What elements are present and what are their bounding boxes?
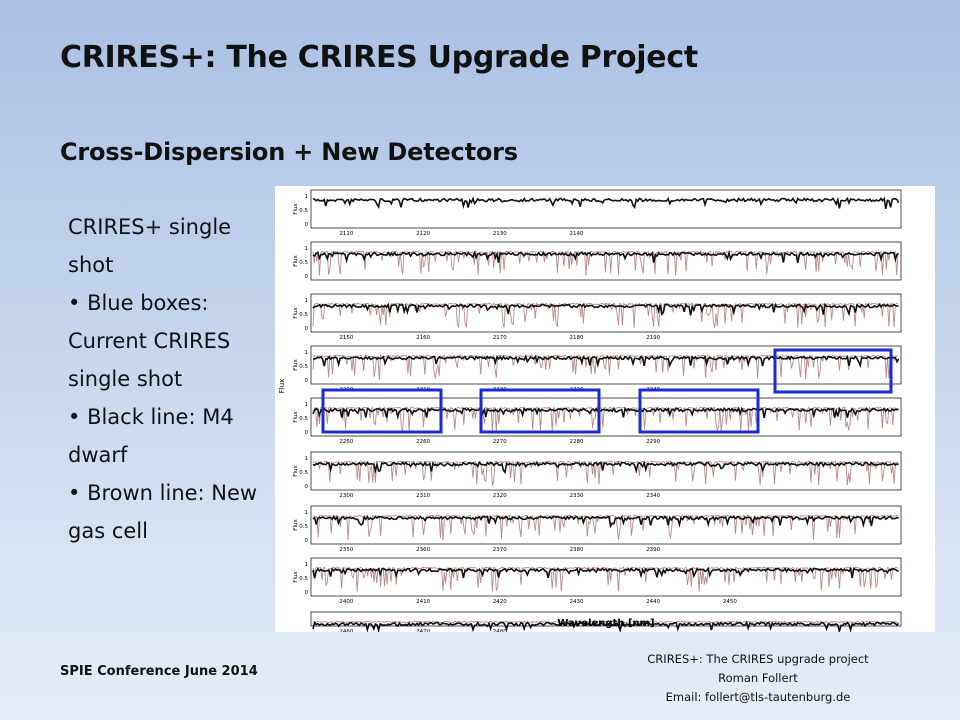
y-tick-label: 1: [305, 246, 309, 252]
x-tick-label: 2340: [646, 493, 660, 499]
x-tick-label: 2390: [646, 547, 660, 553]
y-tick-label: 0: [305, 378, 309, 384]
m4-dwarf-line: [312, 196, 900, 210]
y-tick-label: 0: [305, 590, 309, 596]
x-tick-label: 2250: [339, 439, 353, 445]
x-tick-label: 2370: [493, 547, 507, 553]
x-tick-label: 2410: [416, 599, 430, 605]
flux-label: Flux: [293, 307, 299, 319]
y-tick-label: 0: [305, 274, 309, 280]
footer-email: Email: follert@tls-tautenburg.de: [665, 690, 851, 704]
x-tick-label: 2300: [339, 493, 353, 499]
x-tick-label: 2470: [416, 629, 430, 632]
x-tick-label: 2450: [723, 599, 737, 605]
spectrum-panel-2: 1 0.5 0 Flux: [293, 241, 902, 281]
bullet-black-line: Black line: M4 dwarf: [68, 398, 268, 474]
flux-label: Flux: [293, 203, 299, 215]
panel-frame: [310, 451, 902, 491]
slide-subtitle: Cross-Dispersion + New Detectors: [60, 138, 518, 166]
y-tick-label: 0.5: [299, 260, 308, 266]
spectrum-figure: Flux 1 0.5 0 Flux 2110 2120 2130 2140 1 0.5 0 Flux 1 0…: [275, 186, 935, 632]
x-tick-label: 2460: [339, 629, 353, 632]
gas-cell-line: [312, 514, 899, 541]
x-tick-label: 2440: [646, 599, 660, 605]
y-tick-label: 0.5: [299, 416, 308, 422]
flux-label: Flux: [293, 359, 299, 371]
y-tick-label: 0: [305, 222, 309, 228]
footer-author: Roman Follert: [718, 671, 798, 685]
bullet-brown-line: Brown line: New gas cell: [68, 474, 268, 550]
x-tick-label: 2190: [646, 335, 660, 341]
spectrum-panel-4: 10.50Flux2200 2210 2220 2230 2240: [293, 345, 902, 394]
x-tick-label: 2110: [339, 231, 353, 237]
y-tick-label: 0: [305, 484, 309, 490]
conference-label: SPIE Conference June 2014: [60, 664, 258, 679]
y-tick-label: 0.5: [299, 524, 308, 530]
flux-label: Flux: [293, 411, 299, 423]
x-tick-label: 2160: [416, 335, 430, 341]
y-tick-label: 1: [305, 350, 309, 356]
x-axis-label: Wavelength [nm]: [557, 618, 654, 629]
x-tick-label: 2320: [493, 493, 507, 499]
x-tick-label: 2310: [416, 493, 430, 499]
x-tick-label: 2140: [570, 231, 584, 237]
spectrum-chart: Flux 1 0.5 0 Flux 2110 2120 2130 2140 1 0.5 0 Flux 1 0…: [278, 189, 902, 632]
y-tick-label: 1: [305, 194, 309, 200]
spectrum-panel-1: 1 0.5 0 Flux 2110 2120 2130 2140: [293, 189, 902, 237]
y-tick-label: 0.5: [299, 364, 308, 370]
crires-blue-box: [773, 348, 893, 394]
x-tick-label: 2120: [416, 231, 430, 237]
y-tick-label: 0.5: [299, 208, 308, 214]
flux-label: Flux: [293, 519, 299, 531]
bullet-intro: CRIRES+ single shot: [68, 215, 232, 277]
y-tick-label: 0.5: [299, 312, 308, 318]
y-tick-label: 0.5: [299, 470, 308, 476]
x-tick-label: 2180: [570, 335, 584, 341]
spectrum-panel-3: 1 0.5 0 Flux 2150 2160 2170 2180 2190: [293, 293, 902, 341]
y-axis-label: Flux: [278, 379, 286, 394]
spectrum-panel-7: 1 0.5 0 Flux 2350 2360 2370 2380 2390: [293, 505, 902, 553]
bullet-list: CRIRES+ single shot Blue boxes: Current …: [68, 208, 268, 550]
x-tick-label: 2130: [493, 231, 507, 237]
y-tick-label: 1: [305, 562, 309, 568]
panel-frame: [310, 189, 902, 229]
y-tick-label: 1: [305, 298, 309, 304]
y-tick-label: 0: [305, 326, 309, 332]
y-tick-label: 0: [305, 538, 309, 544]
flux-label: Flux: [293, 255, 299, 267]
spectrum-panel-5: 1 0.5 0 Flux 2250 2260 2270 2280 2290: [293, 388, 902, 445]
m4-dwarf-line: [312, 515, 899, 529]
panel-frame: [310, 293, 902, 333]
bullet-blue-boxes: Blue boxes: Current CRIRES single shot: [68, 284, 268, 398]
x-tick-label: 2280: [570, 439, 584, 445]
y-tick-label: 0: [305, 430, 309, 436]
m4-dwarf-line: [312, 460, 899, 475]
panel-frame: [310, 557, 902, 597]
spectrum-panel-8: 1 0.5 0 Flux 2400 2410 2420 2430 2440 2450: [293, 557, 902, 605]
y-tick-label: 1: [305, 510, 309, 516]
x-tick-label: 2270: [493, 439, 507, 445]
x-tick-label: 2480: [493, 629, 507, 632]
x-tick-label: 2350: [339, 547, 353, 553]
x-tick-label: 2380: [570, 547, 584, 553]
y-tick-label: 1: [305, 402, 309, 408]
flux-label: Flux: [293, 465, 299, 477]
x-tick-label: 2400: [339, 599, 353, 605]
footer-info: CRIRES+: The CRIRES upgrade project Roma…: [596, 650, 920, 707]
x-tick-label: 2150: [339, 335, 353, 341]
y-tick-label: 0.5: [299, 576, 308, 582]
x-tick-label: 2330: [570, 493, 584, 499]
x-tick-label: 2420: [493, 599, 507, 605]
panel-frame: [310, 397, 902, 437]
x-tick-label: 2290: [646, 439, 660, 445]
x-tick-label: 2260: [416, 439, 430, 445]
flux-label: Flux: [293, 571, 299, 583]
y-tick-label: 1: [305, 456, 309, 462]
spectrum-panel-6: 1 0.5 0 Flux 2300 2310 2320 2330 2340: [293, 451, 902, 499]
footer-project: CRIRES+: The CRIRES upgrade project: [647, 652, 869, 666]
x-tick-label: 2430: [570, 599, 584, 605]
x-tick-label: 2170: [493, 335, 507, 341]
slide-title: CRIRES+: The CRIRES Upgrade Project: [60, 40, 698, 75]
x-tick-label: 2360: [416, 547, 430, 553]
